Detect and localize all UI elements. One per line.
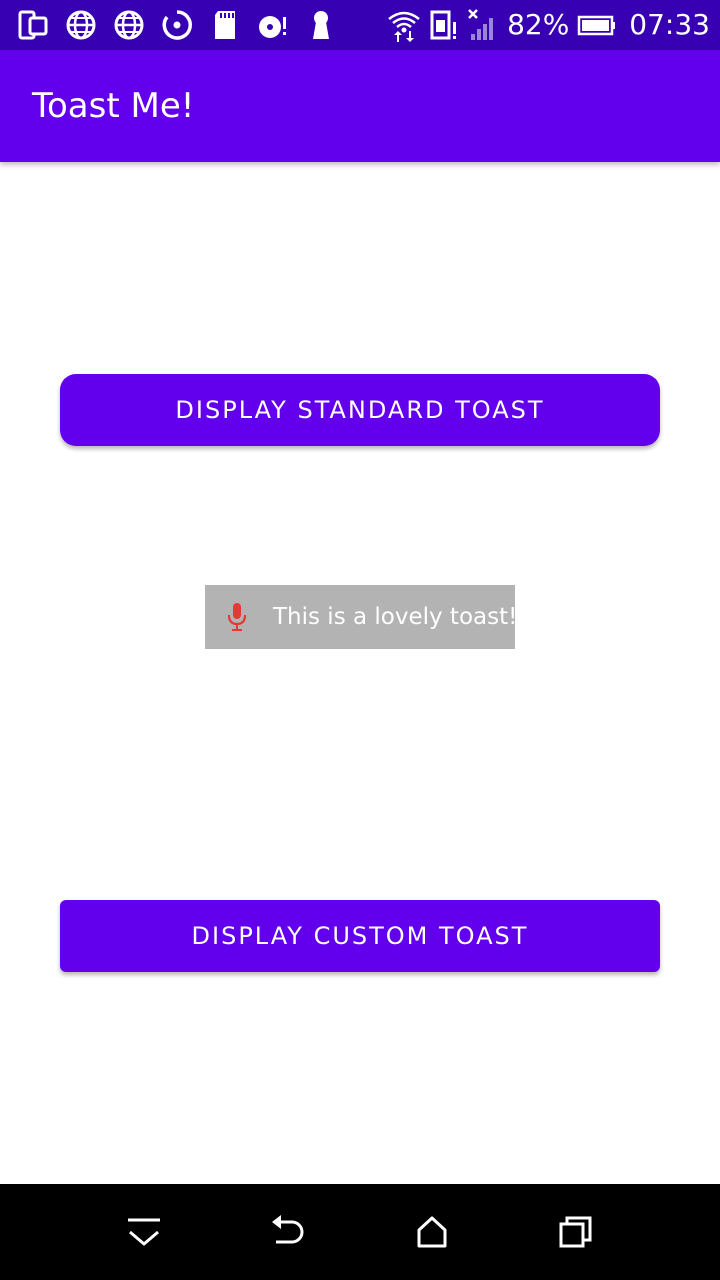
clock: 07:33	[629, 8, 710, 41]
wifi-icon	[388, 11, 420, 42]
app-title: Toast Me!	[32, 86, 195, 126]
battery-percentage: 82%	[507, 8, 570, 41]
back-icon[interactable]	[268, 1212, 308, 1252]
screen-mirror-icon	[18, 10, 48, 40]
status-system-icons: 82% 07:33	[387, 6, 710, 44]
status-notification-icons	[16, 8, 338, 42]
sync-icon	[162, 10, 192, 40]
toast-message: This is a lovely toast!	[273, 604, 518, 630]
globe-icon	[114, 10, 144, 40]
sd-card-icon	[215, 11, 235, 39]
keyhole-icon	[313, 11, 329, 39]
recents-icon[interactable]	[556, 1212, 596, 1252]
home-icon[interactable]	[412, 1212, 452, 1252]
display-standard-toast-button[interactable]: DISPLAY STANDARD TOAST	[60, 374, 660, 446]
globe-icon	[66, 10, 96, 40]
status-bar: 82% 07:33	[0, 0, 720, 50]
signal-no-service-icon	[468, 9, 494, 40]
app-bar: Toast Me!	[0, 50, 720, 162]
microphone-icon	[227, 603, 247, 631]
display-custom-toast-button[interactable]: DISPLAY CUSTOM TOAST	[60, 900, 660, 972]
toast: This is a lovely toast!	[205, 585, 518, 649]
disc-alert-icon	[259, 16, 286, 38]
battery-icon	[578, 15, 616, 36]
navigation-bar	[0, 1184, 720, 1280]
sim-alert-icon	[430, 10, 457, 40]
hide-keyboard-icon[interactable]	[124, 1212, 164, 1252]
screen: 82% 07:33 Toast Me! DISPLAY STANDARD TOA…	[0, 0, 720, 1280]
